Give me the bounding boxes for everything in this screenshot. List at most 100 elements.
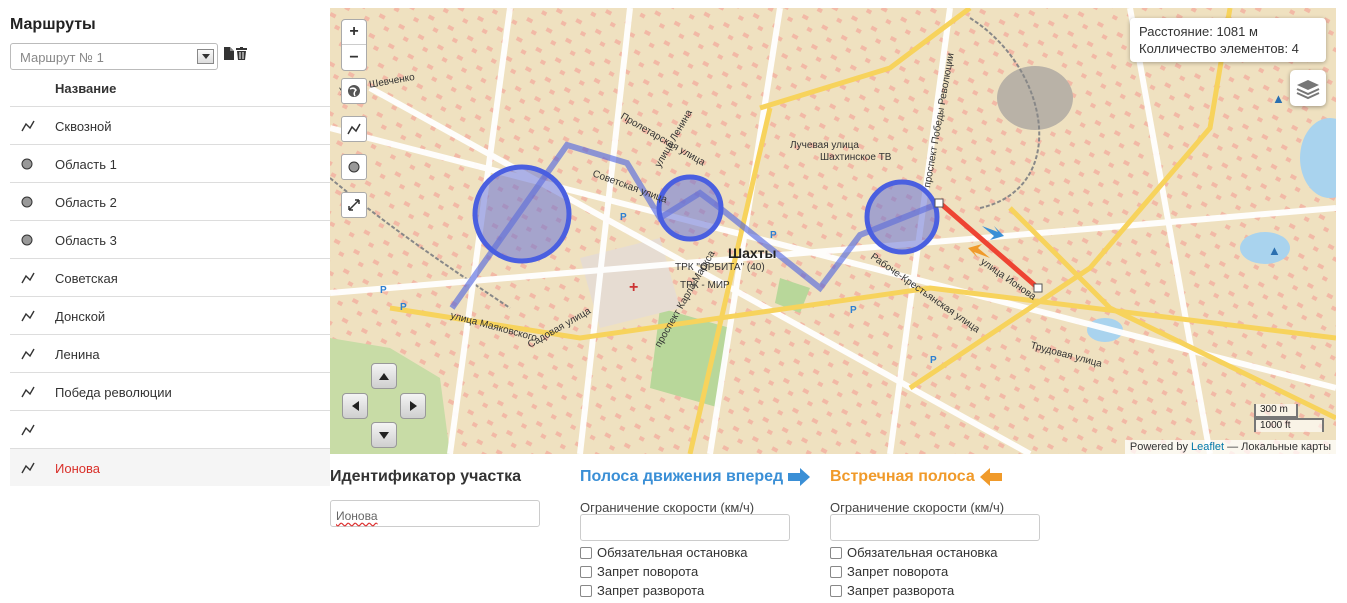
- polyline-icon: [21, 310, 35, 322]
- backward-lane-title: Встречная полоса: [830, 468, 1003, 486]
- chevron-down-icon[interactable]: [197, 49, 214, 64]
- backward-checkbox[interactable]: [830, 584, 842, 597]
- route-list-item[interactable]: Ионова: [10, 449, 330, 486]
- map-scale: 300 m 1000 ft: [1254, 404, 1324, 432]
- svg-text:P: P: [770, 230, 777, 241]
- route-list-item[interactable]: [10, 411, 330, 449]
- section-id-value: Ионова: [336, 509, 378, 523]
- checkbox-label: Запрет поворота: [847, 564, 949, 579]
- route-item-label: Ионова: [55, 461, 100, 476]
- circle-area-icon: [21, 158, 35, 170]
- scale-feet: 1000 ft: [1254, 418, 1324, 432]
- forward-checkbox-row[interactable]: Обязательная остановка: [580, 545, 748, 560]
- layers-icon[interactable]: [1290, 70, 1326, 106]
- forward-checkbox[interactable]: [580, 546, 592, 559]
- attribution-source: — Локальные карты: [1227, 441, 1331, 453]
- map-attribution: Powered by Leaflet — Локальные карты: [1124, 440, 1336, 454]
- route-list-item[interactable]: Донской: [10, 297, 330, 335]
- forward-checkbox[interactable]: [580, 565, 592, 578]
- map-tiles[interactable]: PPP PPP + ▲▲ улица Ионова Советская улиц…: [330, 8, 1336, 454]
- svg-text:P: P: [400, 302, 407, 313]
- svg-text:P: P: [380, 285, 387, 296]
- route-list-item[interactable]: Область 3: [10, 221, 330, 259]
- routes-table: Название Сквозной Область 1 Область 2 Облас…: [10, 70, 330, 486]
- checkbox-label: Запрет поворота: [597, 564, 699, 579]
- zoom-out-button[interactable]: −: [342, 45, 366, 70]
- route-select[interactable]: Маршрут № 1: [10, 43, 218, 70]
- svg-text:▲: ▲: [1272, 91, 1285, 106]
- forward-checkbox-row[interactable]: Запрет разворота: [580, 583, 704, 598]
- route-item-label: Советская: [55, 271, 118, 286]
- globe-icon[interactable]: [341, 78, 367, 104]
- route-list-item[interactable]: Ленина: [10, 335, 330, 373]
- street-label: Шахтинское ТВ: [820, 152, 892, 163]
- trash-icon[interactable]: [236, 47, 247, 60]
- route-list-item[interactable]: Советская: [10, 259, 330, 297]
- checkbox-label: Запрет разворота: [597, 583, 705, 598]
- city-label: Шахты: [728, 245, 776, 261]
- forward-speed-label: Ограничение скорости (км/ч): [580, 500, 755, 515]
- polyline-icon: [21, 348, 35, 360]
- checkbox-label: Обязательная остановка: [847, 545, 998, 560]
- svg-text:+: +: [629, 279, 638, 296]
- svg-text:P: P: [930, 355, 937, 366]
- sidebar-title: Маршруты: [10, 16, 96, 33]
- forward-speed-input[interactable]: [580, 514, 790, 541]
- pan-left-button[interactable]: [342, 393, 368, 419]
- route-list-item[interactable]: Сквозной: [10, 107, 330, 145]
- circle-area-icon: [21, 234, 35, 246]
- forward-checkbox-row[interactable]: Запрет поворота: [580, 564, 698, 579]
- backward-checkbox-row[interactable]: Запрет поворота: [830, 564, 948, 579]
- svg-text:P: P: [850, 305, 857, 316]
- street-label: Лучевая улица: [790, 140, 859, 151]
- route-item-label: Донской: [55, 309, 106, 324]
- draw-circle-icon[interactable]: [341, 154, 367, 180]
- pan-up-button[interactable]: [371, 363, 397, 389]
- backward-speed-label: Ограничение скорости (км/ч): [830, 500, 1005, 515]
- route-item-label: Область 2: [55, 195, 117, 210]
- leaflet-link[interactable]: Leaflet: [1191, 441, 1224, 453]
- polyline-icon: [21, 120, 35, 132]
- checkbox-label: Обязательная остановка: [597, 545, 748, 560]
- route-item-label: Область 3: [55, 233, 117, 248]
- fullscreen-icon[interactable]: [341, 192, 367, 218]
- backward-checkbox-row[interactable]: Запрет разворота: [830, 583, 954, 598]
- forward-checkbox[interactable]: [580, 584, 592, 597]
- route-select-value: Маршрут № 1: [20, 50, 104, 65]
- route-list-item[interactable]: Область 2: [10, 183, 330, 221]
- street-label: ТРК - МИР: [680, 280, 730, 291]
- route-item-label: Сквозной: [55, 119, 112, 134]
- zoom-control: + −: [341, 19, 367, 71]
- distance-text: Расстояние: 1081 м: [1139, 24, 1258, 39]
- column-header-name: Название: [55, 81, 117, 96]
- draw-line-icon[interactable]: [341, 116, 367, 142]
- svg-text:P: P: [620, 212, 627, 223]
- street-label: ТРК "ОРБИТА" (40): [675, 262, 765, 273]
- route-list-item[interactable]: Область 1: [10, 145, 330, 183]
- route-list-item[interactable]: Победа революции: [10, 373, 330, 411]
- backward-checkbox[interactable]: [830, 565, 842, 578]
- polyline-icon: [21, 424, 35, 436]
- new-file-icon[interactable]: [224, 47, 234, 60]
- pan-down-button[interactable]: [371, 422, 397, 448]
- route-item-label: Победа революции: [55, 385, 172, 400]
- zoom-in-button[interactable]: +: [342, 20, 366, 45]
- pan-right-button[interactable]: [400, 393, 426, 419]
- polyline-icon: [21, 272, 35, 284]
- svg-text:▲: ▲: [1268, 243, 1281, 258]
- forward-lane-title: Полоса движения вперед: [580, 468, 811, 486]
- arrow-right-icon: [788, 468, 811, 486]
- arrow-left-icon: [979, 468, 1002, 486]
- section-id-input[interactable]: Ионова: [330, 500, 540, 527]
- route-item-label: Ленина: [55, 347, 100, 362]
- route-item-label: Область 1: [55, 157, 117, 172]
- backward-speed-input[interactable]: [830, 514, 1040, 541]
- routes-sidebar: Маршруты Маршрут № 1 Название Сквозной Об…: [0, 0, 330, 603]
- map-view[interactable]: PPP PPP + ▲ ▲ улица Ионова Советская улиц…: [330, 8, 1336, 454]
- backward-checkbox[interactable]: [830, 546, 842, 559]
- table-header: Название: [10, 70, 330, 107]
- element-count-text: Колличество элементов: 4: [1139, 41, 1299, 56]
- backward-checkbox-row[interactable]: Обязательная остановка: [830, 545, 998, 560]
- section-id-title: Идентификатор участка: [330, 468, 521, 485]
- attribution-powered: Powered by: [1129, 441, 1188, 453]
